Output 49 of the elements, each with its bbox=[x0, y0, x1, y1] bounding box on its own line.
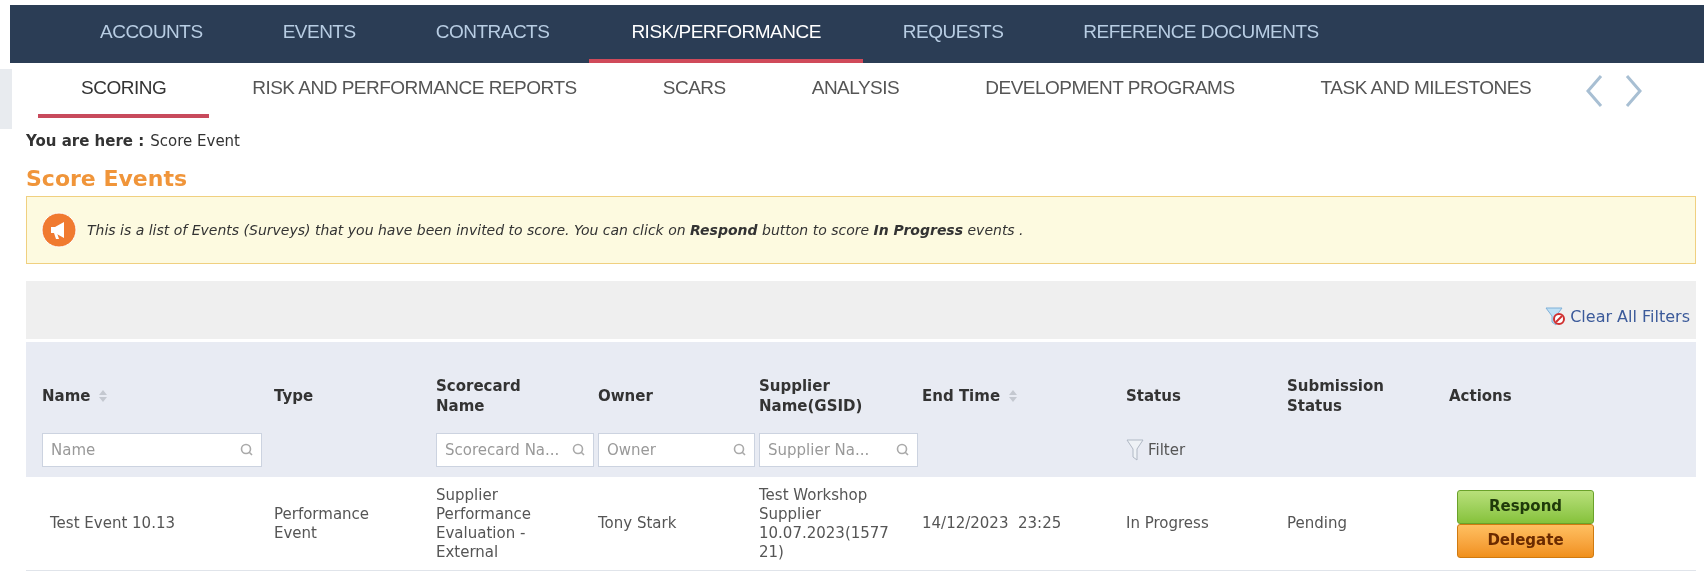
delegate-button[interactable]: Delegate bbox=[1457, 523, 1594, 558]
filter-field[interactable]: Scorecard Na... bbox=[436, 433, 594, 467]
top-nav-tab[interactable]: REFERENCE DOCUMENTS bbox=[1043, 5, 1359, 63]
table-cell-text: Supplier Performance Evaluation - External bbox=[436, 485, 533, 562]
top-nav-tab[interactable]: RISK/PERFORMANCE bbox=[589, 5, 863, 63]
column-header: Status bbox=[1126, 386, 1181, 406]
search-icon bbox=[572, 443, 586, 457]
funnel-icon bbox=[1126, 438, 1144, 462]
column-header: Supplier Name(GSID) bbox=[759, 376, 864, 416]
respond-button[interactable]: Respond bbox=[1457, 489, 1594, 524]
filter-field[interactable]: Name bbox=[42, 433, 262, 467]
table-cell-text: 14/12/2023 23:25 bbox=[922, 514, 1063, 533]
status-filter-button[interactable]: Filter bbox=[1126, 438, 1186, 462]
table-cell-text: Tony Stark bbox=[598, 514, 678, 533]
table-cell-text: Test Workshop Supplier 10.07.2023(157721) bbox=[759, 485, 890, 562]
column-header: Name bbox=[42, 386, 91, 406]
top-nav-tab[interactable]: REQUESTS bbox=[862, 5, 1044, 63]
info-text: This is a list of Events (Surveys) that you have been invited to score. You can click on Respond button to score In Progress events . bbox=[87, 220, 1024, 240]
filter-field[interactable]: Owner bbox=[598, 433, 755, 467]
top-nav-tab[interactable]: ACCOUNTS bbox=[60, 5, 243, 63]
top-nav-tab[interactable]: CONTRACTS bbox=[395, 5, 590, 63]
breadcrumb-current: Score Event bbox=[150, 131, 240, 152]
breadcrumb-label: You are here : bbox=[26, 131, 145, 152]
clear-all-filters-link[interactable]: Clear All Filters bbox=[1544, 305, 1690, 329]
search-icon bbox=[896, 443, 910, 457]
megaphone-icon bbox=[41, 212, 77, 248]
table-cell-text: Pending bbox=[1287, 514, 1348, 533]
table-cell-text: Test Event 10.13 bbox=[49, 514, 176, 533]
search-icon bbox=[240, 443, 254, 457]
column-header: Type bbox=[274, 386, 314, 406]
sub-nav-tab[interactable]: SCARS bbox=[619, 63, 769, 118]
page-heading: Score Events bbox=[26, 164, 188, 192]
column-header: Actions bbox=[1449, 386, 1512, 406]
column-header: Scorecard Name bbox=[436, 376, 522, 416]
table-cell-text: In Progress bbox=[1126, 514, 1210, 533]
column-header: Owner bbox=[598, 386, 653, 406]
sub-nav-tab[interactable]: TASK AND MILESTONES bbox=[1277, 63, 1575, 118]
sort-icon[interactable] bbox=[1008, 389, 1019, 403]
column-header: Submission Status bbox=[1287, 376, 1385, 416]
search-icon bbox=[733, 443, 747, 457]
column-header: End Time bbox=[922, 386, 1001, 406]
sub-nav-tab[interactable]: DEVELOPMENT PROGRAMS bbox=[942, 63, 1278, 118]
filter-field[interactable]: Supplier Na... bbox=[759, 433, 918, 467]
sort-icon[interactable] bbox=[98, 389, 109, 403]
sub-nav-tab[interactable]: SCORING bbox=[38, 63, 210, 118]
table-cell-text: Performance Event bbox=[274, 504, 371, 543]
sub-nav-tab[interactable]: RISK AND PERFORMANCE REPORTS bbox=[209, 63, 620, 118]
sub-nav-tab[interactable]: ANALYSIS bbox=[768, 63, 943, 118]
top-nav-tab[interactable]: EVENTS bbox=[242, 5, 396, 63]
